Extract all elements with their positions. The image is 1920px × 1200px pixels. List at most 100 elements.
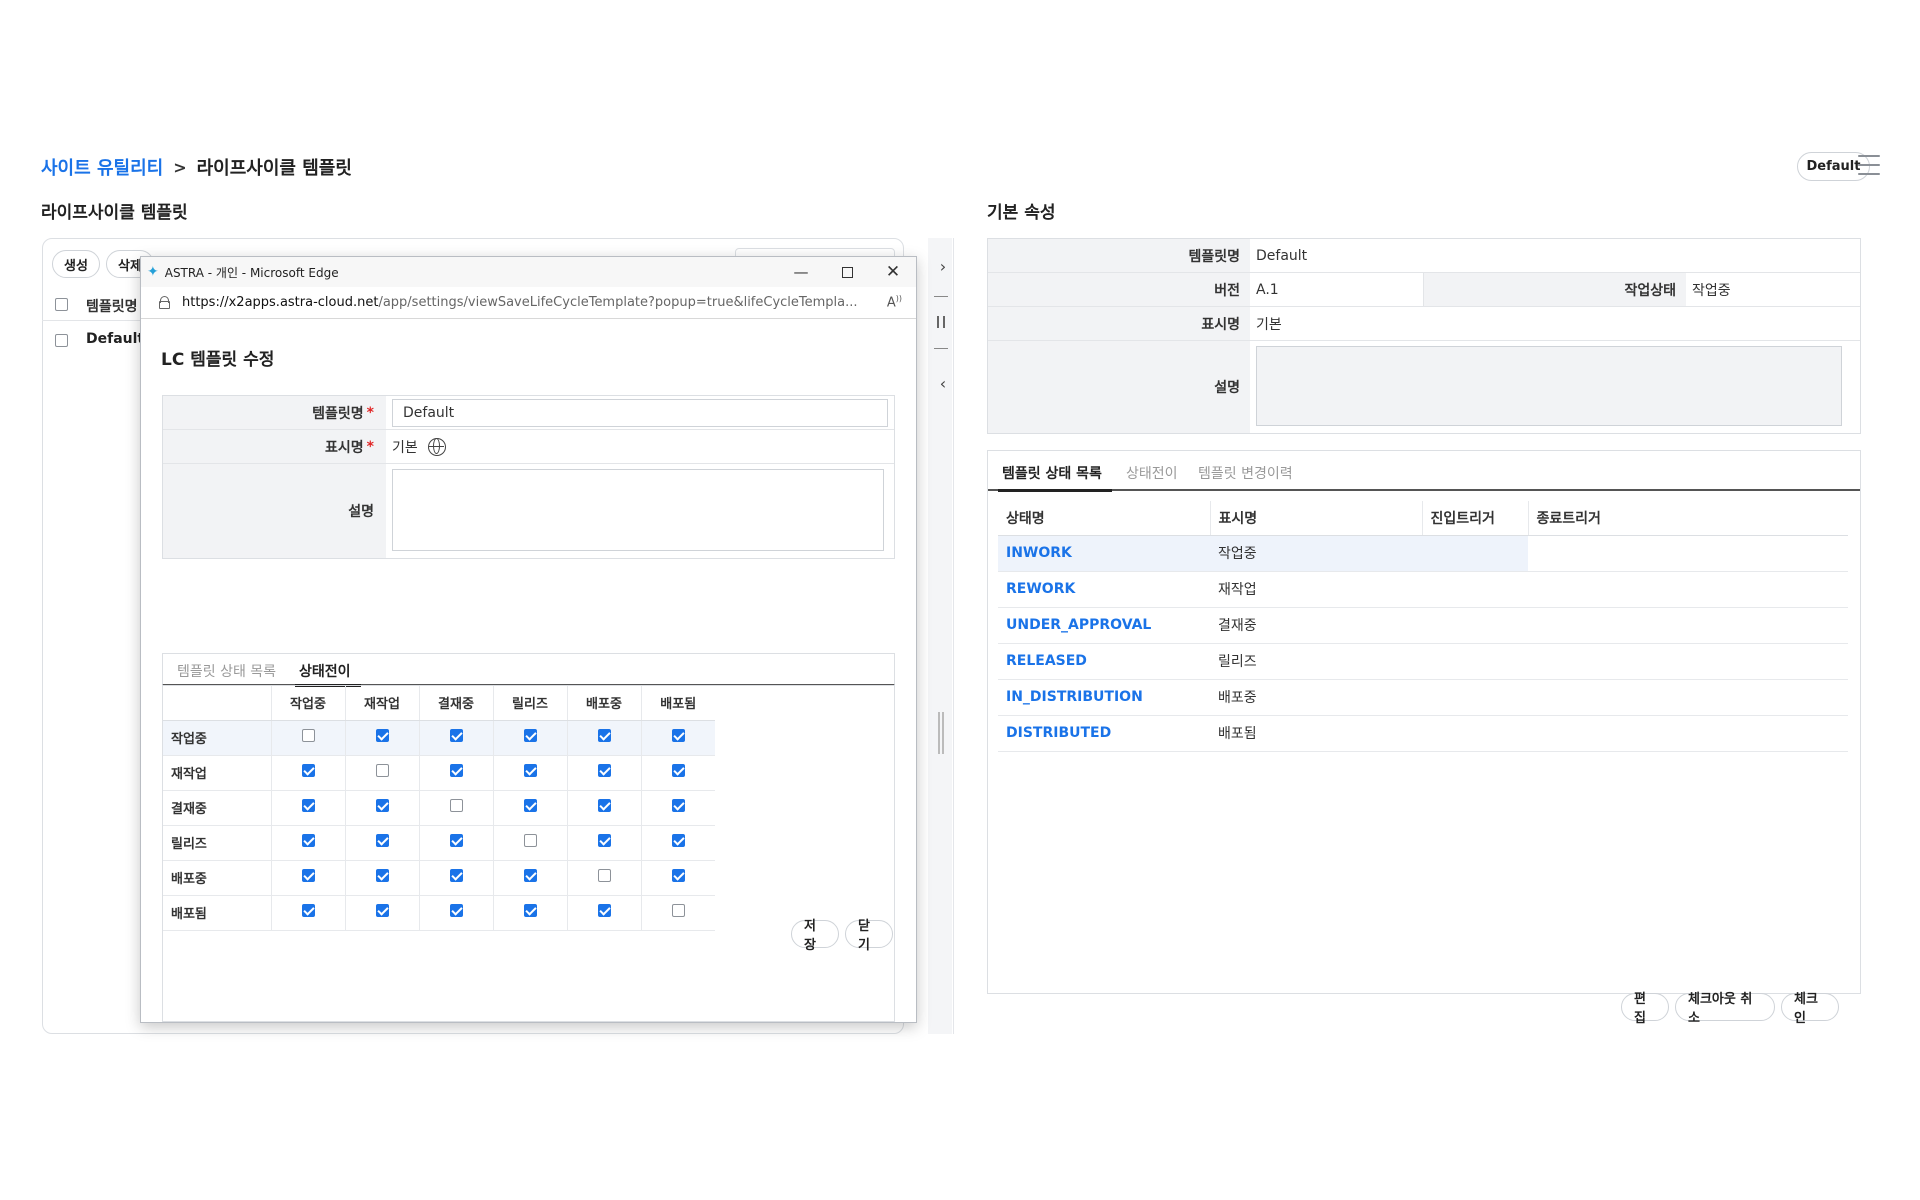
transition-checkbox[interactable] [375,799,389,812]
menu-icon[interactable] [1858,155,1880,175]
splitter-grip-icon[interactable] [938,712,944,754]
state-code-link[interactable]: DISTRIBUTED [998,715,1210,752]
prop-version-value: A.1 [1250,273,1424,306]
transition-checkbox[interactable] [301,729,315,742]
popup-window-title: ASTRA - 개인 - Microsoft Edge [164,265,339,280]
globe-icon[interactable] [427,437,446,456]
transition-checkbox[interactable] [449,729,463,742]
template-name-input[interactable]: Default [392,398,888,427]
select-all-checkbox[interactable] [55,298,68,311]
transition-checkbox[interactable] [671,729,685,742]
pause-icon[interactable] [937,316,945,328]
state-header-name: 표시명 [1209,501,1422,536]
splitter-bar[interactable] [928,238,952,1034]
matrix-cell [566,860,641,896]
state-exit-trigger [1528,571,1848,608]
matrix-cell [492,790,567,826]
matrix-col-header: 재작업 [344,686,419,721]
matrix-cell [344,755,419,791]
matrix-cell [270,860,345,896]
transition-checkbox[interactable] [449,904,463,917]
description-label: 설명 [163,464,386,558]
edit-button[interactable]: 편집 [1621,992,1669,1026]
transition-checkbox[interactable] [301,869,315,882]
transition-checkbox[interactable] [523,869,537,882]
state-code-link[interactable]: UNDER_APPROVAL [998,607,1210,644]
transition-checkbox[interactable] [597,869,611,882]
transition-checkbox[interactable] [449,869,463,882]
state-row[interactable]: IN_DISTRIBUTION 배포중 [998,679,1848,716]
transition-checkbox[interactable] [301,904,315,917]
matrix-cell [418,720,493,756]
right-tab-bar [988,451,1860,491]
state-row[interactable]: DISTRIBUTED 배포됨 [998,715,1848,752]
edge-popup-window: ✦ ASTRA - 개인 - Microsoft Edge — ✕ https:… [140,256,917,1023]
transition-checkbox[interactable] [375,764,389,777]
transition-checkbox[interactable] [597,904,611,917]
checkin-button[interactable]: 체크인 [1781,992,1839,1026]
state-code-link[interactable]: IN_DISTRIBUTION [998,679,1210,716]
description-textarea[interactable] [392,469,884,551]
popup-tab-state-transition[interactable]: 상태전이 [299,661,351,681]
matrix-row-label: 배포중 [163,860,271,896]
prop-display-name-value: 기본 [1256,316,1282,333]
right-tab-state-transition[interactable]: 상태전이 [1126,463,1178,483]
state-code-link[interactable]: RELEASED [998,643,1210,680]
matrix-cell [566,755,641,791]
transition-checkbox[interactable] [671,799,685,812]
transition-checkbox[interactable] [449,834,463,847]
popup-tab-state-list[interactable]: 템플릿 상태 목록 [177,661,276,681]
chevron-left-icon[interactable]: ‹ [932,372,954,394]
transition-checkbox[interactable] [523,904,537,917]
transition-checkbox[interactable] [597,764,611,777]
read-aloud-icon[interactable]: A)) [887,294,902,310]
transition-checkbox[interactable] [597,729,611,742]
close-window-icon[interactable]: ✕ [870,257,916,287]
transition-checkbox[interactable] [449,764,463,777]
transition-checkbox[interactable] [597,834,611,847]
matrix-row: 결재중 [163,790,715,826]
transition-checkbox[interactable] [375,904,389,917]
transition-checkbox[interactable] [301,834,315,847]
state-code-link[interactable]: REWORK [998,571,1210,608]
transition-checkbox[interactable] [671,904,685,917]
transition-checkbox[interactable] [597,799,611,812]
state-exit-trigger [1528,679,1848,716]
right-tab-state-list[interactable]: 템플릿 상태 목록 [1002,463,1102,483]
transition-checkbox[interactable] [449,799,463,812]
state-row[interactable]: UNDER_APPROVAL 결재중 [998,607,1848,644]
breadcrumb-root-link[interactable]: 사이트 유틸리티 [41,154,163,180]
list-row-default[interactable]: Default [86,331,144,347]
state-row[interactable]: INWORK 작업중 [998,535,1848,572]
lock-icon [159,296,170,309]
transition-checkbox[interactable] [375,834,389,847]
maximize-icon[interactable] [824,257,870,287]
close-button[interactable]: 닫기 [845,919,893,953]
transition-checkbox[interactable] [523,834,537,847]
right-tab-change-history[interactable]: 템플릿 변경이력 [1198,463,1293,483]
state-exit-trigger [1528,535,1848,572]
transition-checkbox[interactable] [301,799,315,812]
address-bar[interactable]: https://x2apps.astra-cloud.net/app/setti… [141,287,916,319]
transition-checkbox[interactable] [523,799,537,812]
transition-checkbox[interactable] [375,869,389,882]
transition-checkbox[interactable] [375,729,389,742]
chevron-right-icon[interactable]: › [932,255,954,277]
state-row[interactable]: RELEASED 릴리즈 [998,643,1848,680]
transition-checkbox[interactable] [523,764,537,777]
transition-checkbox[interactable] [523,729,537,742]
minimize-icon[interactable]: — [778,257,824,287]
transition-checkbox[interactable] [671,764,685,777]
create-button[interactable]: 생성 [52,250,100,278]
matrix-cell [492,895,567,931]
transition-checkbox[interactable] [301,764,315,777]
save-button[interactable]: 저장 [791,919,839,953]
cancel-checkout-button[interactable]: 체크아웃 취소 [1675,992,1775,1026]
popup-page-title: LC 템플릿 수정 [161,350,275,370]
transition-checkbox[interactable] [671,869,685,882]
matrix-cell [344,860,419,896]
state-row[interactable]: REWORK 재작업 [998,571,1848,608]
state-code-link[interactable]: INWORK [998,535,1210,572]
row-checkbox[interactable] [55,334,68,347]
transition-checkbox[interactable] [671,834,685,847]
